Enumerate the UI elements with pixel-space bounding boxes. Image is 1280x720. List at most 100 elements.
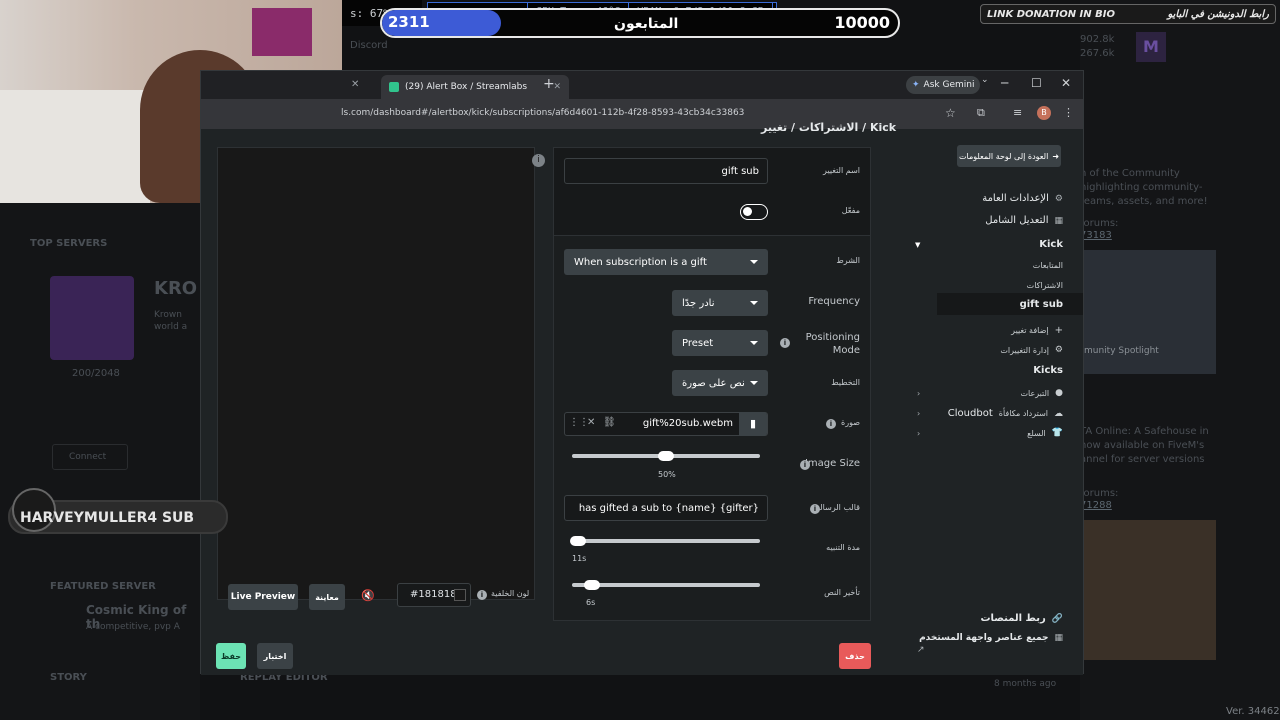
grid-icon[interactable]: ⋮⋮ — [569, 417, 589, 428]
nav-followers[interactable]: المتابعات — [1033, 261, 1063, 270]
right-text-4: forums: — [1080, 218, 1119, 229]
message-template-input[interactable]: has gifted a sub to {name} {gifter} — [564, 495, 768, 521]
nav-global-edit[interactable]: التعديل الشامل ▦ — [985, 215, 1063, 226]
back-to-dashboard-button[interactable]: العودة إلى لوحة المعلومات ➜ — [957, 145, 1061, 167]
nav-kick-label: Kick — [1039, 239, 1063, 250]
chevron-down-icon[interactable]: ⌄ — [981, 75, 993, 87]
positioning-label: Positioning Mode — [805, 332, 860, 356]
nav-manage-variations[interactable]: إدارة التغييرات ⚙ — [1000, 345, 1063, 355]
image-size-knob[interactable] — [658, 451, 674, 461]
chevron-right-icon[interactable]: › — [917, 409, 920, 418]
info-icon[interactable]: i — [780, 338, 790, 348]
star-icon[interactable]: ☆ — [945, 106, 956, 120]
followers-goal: 10000 — [834, 13, 890, 32]
nav-manage-label: إدارة التغييرات — [1000, 345, 1049, 355]
nav-kicks-label: Kicks — [1033, 365, 1063, 376]
link-icon[interactable]: ⛓ — [603, 417, 616, 428]
nav-add-variation[interactable]: إضافة تغيير + — [1011, 325, 1063, 336]
text-delay-slider[interactable] — [572, 583, 760, 587]
minimize-icon[interactable]: ─ — [1001, 76, 1008, 90]
close-window-icon[interactable]: ✕ — [1061, 76, 1071, 90]
info-icon[interactable]: i — [826, 419, 836, 429]
nav-general-settings[interactable]: الإعدادات العامة ⚙ — [982, 193, 1063, 204]
clear-icon[interactable]: ✕ — [587, 417, 595, 428]
text-delay-knob[interactable] — [584, 580, 600, 590]
bg-color-input[interactable]: #181818 — [397, 583, 471, 607]
settings-sidebar: العودة إلى لوحة المعلومات ➜ الإعدادات ال… — [901, 129, 1083, 675]
bed — [0, 90, 150, 203]
duration-label: مدة التنبيه — [826, 543, 860, 552]
name-input[interactable]: gift sub — [564, 158, 768, 184]
live-preview-button[interactable]: Live Preview — [228, 584, 298, 610]
connect-button[interactable]: Connect — [52, 444, 128, 470]
nav-kick[interactable]: Kick — [1039, 239, 1063, 250]
nav-subscriptions[interactable]: الاشتراكات — [1027, 281, 1063, 290]
duration-knob[interactable] — [570, 536, 586, 546]
caret-down-icon[interactable]: ▼ — [915, 241, 920, 249]
sub-alert-banner: HARVEYMULLER4 SUB — [8, 488, 228, 534]
close-icon[interactable]: ✕ — [351, 79, 359, 90]
background-left-column: TOP SERVERS KRO Krown world a 200/2048 C… — [0, 200, 200, 720]
condition-label: الشرط — [836, 256, 860, 265]
nav-add-variation-label: إضافة تغيير — [1011, 326, 1049, 335]
profile-avatar[interactable]: B — [1037, 106, 1051, 120]
nav-connect-platforms[interactable]: ربط المنصات 🔗 — [980, 613, 1063, 624]
background-right-column: 902.8k 267.6k M n of the Community highl… — [994, 0, 1280, 720]
condition-select[interactable]: When subscription is a gift — [564, 249, 768, 275]
nav-merch-label: السلع — [1027, 428, 1046, 438]
url-text[interactable]: ls.com/dashboard#/alertbox/kick/subscrip… — [341, 108, 744, 118]
info-icon[interactable]: i — [532, 154, 545, 167]
nav-merch[interactable]: السلع 👕 — [1027, 428, 1063, 438]
chevron-right-icon[interactable]: › — [917, 429, 920, 438]
positioning-select[interactable]: Preset — [672, 330, 768, 356]
right-text-3: reams, assets, and more! — [1080, 196, 1208, 207]
info-icon[interactable]: i — [477, 590, 487, 600]
duration-slider[interactable] — [572, 539, 760, 543]
preview-button[interactable]: معاينة — [309, 584, 345, 610]
discord-link[interactable]: Discord — [350, 40, 388, 51]
right-text-6: now available on FiveM's — [1080, 440, 1205, 451]
tab-alert-box[interactable]: (29) Alert Box / Streamlabs ✕ — [381, 75, 569, 99]
maximize-icon[interactable]: ☐ — [1031, 76, 1042, 90]
spotlight-text: munity Spotlight — [1084, 346, 1159, 356]
delete-button[interactable]: حذف — [839, 643, 871, 669]
name-label: اسم التغيير — [823, 166, 860, 175]
right-text-8: forums: — [1080, 488, 1119, 499]
positioning-value: Preset — [682, 337, 714, 349]
save-button[interactable]: حفظ — [216, 643, 246, 669]
new-tab-icon[interactable]: + — [543, 76, 555, 92]
image-file-field[interactable]: ⋮⋮ ✕ ⛓ gift%20sub.webm ▮ — [564, 412, 768, 436]
reading-list-icon[interactable]: ≡ — [1013, 106, 1022, 119]
info-icon[interactable]: i — [800, 460, 810, 470]
nav-cloudbot[interactable]: Cloudbot استرداد مكافأة ☁ — [948, 408, 1063, 419]
followers-label: المتابعون — [614, 16, 679, 32]
extensions-icon[interactable]: ⧉ — [977, 106, 985, 120]
right-link-2[interactable]: 71288 — [1080, 500, 1112, 511]
nav-donations[interactable]: التبرعات ● — [1020, 388, 1063, 398]
ask-gemini-button[interactable]: ✦ Ask Gemini — [906, 76, 981, 94]
text-delay-value: 6s — [586, 598, 596, 607]
folder-icon[interactable]: ▮ — [739, 412, 767, 436]
frequency-select[interactable]: نادر جدًا — [672, 290, 768, 316]
test-button[interactable]: اختبار — [257, 643, 293, 669]
chevron-right-icon[interactable]: › — [917, 389, 920, 398]
right-link-1[interactable]: 73183 — [1080, 230, 1112, 241]
nav-gift-sub[interactable]: gift sub — [1020, 299, 1063, 310]
breadcrumb: الاشتراكات / تغيير / Kick — [761, 121, 897, 134]
menu-icon[interactable]: ⋮ — [1063, 106, 1074, 119]
donation-banner: LINK DONATION IN BIO رابط الدونيشن في ال… — [980, 4, 1276, 24]
mute-icon[interactable]: 🔇 — [361, 589, 375, 602]
ask-gemini-label: Ask Gemini — [923, 80, 975, 90]
enabled-toggle[interactable] — [740, 204, 768, 220]
shirt-icon: 👕 — [1051, 428, 1063, 438]
info-icon[interactable]: i — [810, 504, 820, 514]
server-count: 200/2048 — [72, 368, 120, 379]
nav-kicks[interactable]: Kicks — [1033, 365, 1063, 376]
image-size-label: Image Size — [804, 458, 860, 469]
grid-icon: ▦ — [1054, 215, 1063, 226]
featured-server-heading: FEATURED SERVER — [50, 581, 156, 592]
nav-subscriptions-label: الاشتراكات — [1026, 281, 1063, 290]
layout-select[interactable]: نص على صورة — [672, 370, 768, 396]
avatar[interactable]: M — [1136, 32, 1166, 62]
color-swatch[interactable] — [454, 589, 466, 601]
